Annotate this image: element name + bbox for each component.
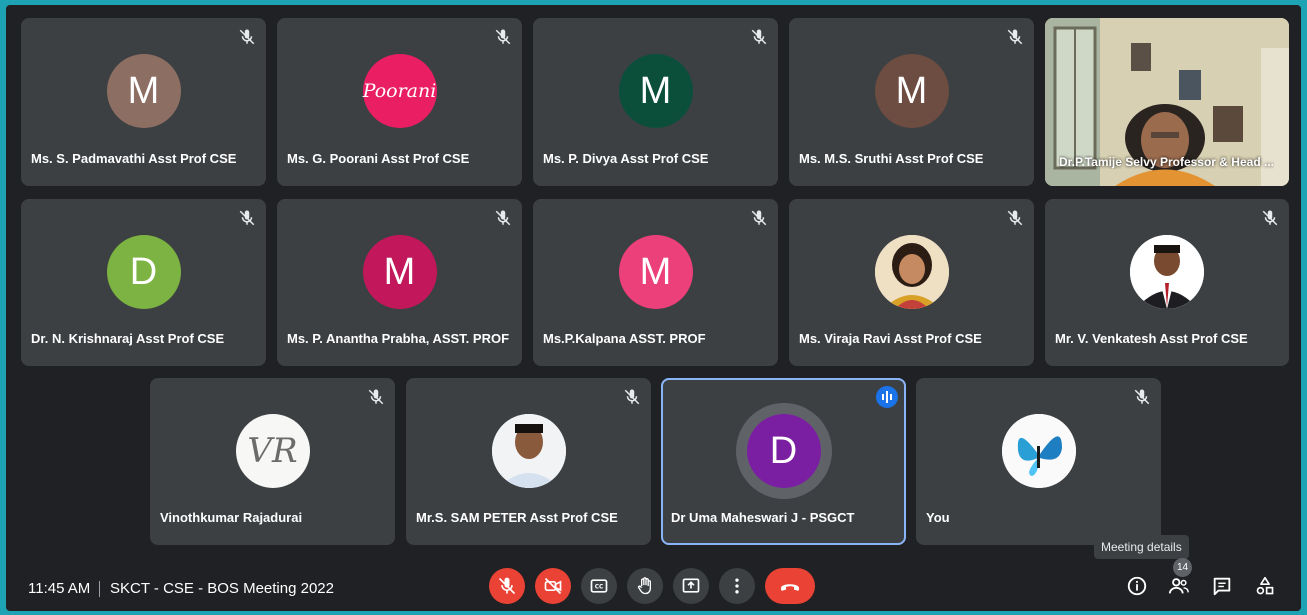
participant-tile[interactable]: Poorani Ms. G. Poorani Asst Prof CSE — [277, 18, 522, 186]
svg-text:CC: CC — [595, 585, 604, 591]
meeting-title: SKCT - CSE - BOS Meeting 2022 — [110, 580, 334, 597]
participant-tile[interactable]: VR Vinothkumar Rajadurai — [150, 378, 395, 545]
participant-name: Dr Uma Maheswari J - PSGCT — [671, 510, 855, 525]
participant-tile[interactable]: M Ms. M.S. Sruthi Asst Prof CSE — [789, 18, 1034, 186]
raise-hand-button[interactable] — [627, 568, 663, 604]
participant-name: Ms. M.S. Sruthi Asst Prof CSE — [799, 151, 984, 166]
participant-name: Ms.P.Kalpana ASST. PROF — [543, 331, 706, 346]
participant-name: Mr. V. Venkatesh Asst Prof CSE — [1055, 331, 1248, 346]
avatar: M — [106, 54, 181, 128]
avatar: D — [746, 413, 821, 488]
mic-off-icon — [1007, 29, 1023, 45]
mic-off-icon — [1134, 389, 1150, 405]
info-icon — [1127, 576, 1147, 596]
participant-name: Dr.P.Tamije Selvy Professor & Head ... — [1059, 155, 1274, 169]
clock: 11:45 AM — [28, 580, 91, 597]
mic-off-icon — [751, 210, 767, 226]
mic-off-icon — [1262, 210, 1278, 226]
leave-call-button[interactable] — [765, 568, 815, 604]
participant-tile-speaking[interactable]: D Dr Uma Maheswari J - PSGCT — [661, 378, 906, 545]
participant-name: Dr. N. Krishnaraj Asst Prof CSE — [31, 331, 225, 346]
mic-off-icon — [624, 389, 640, 405]
avatar: M — [618, 54, 693, 128]
people-count-badge: 14 — [1173, 558, 1192, 577]
activities-icon — [1256, 576, 1274, 595]
avatar: M — [874, 54, 949, 128]
participant-tile[interactable]: M Ms. P. Anantha Prabha, ASST. PROF — [277, 199, 522, 366]
participant-name: Ms. Viraja Ravi Asst Prof CSE — [799, 331, 982, 346]
chat-button[interactable] — [1207, 571, 1237, 601]
participant-video-tile[interactable]: Dr.P.Tamije Selvy Professor & Head ... — [1045, 18, 1289, 186]
participant-name: Vinothkumar Rajadurai — [160, 510, 303, 525]
mic-off-icon — [239, 29, 255, 45]
meeting-details-button[interactable] — [1122, 571, 1152, 601]
participant-tile[interactable]: M Ms.P.Kalpana ASST. PROF — [533, 199, 778, 366]
bottom-control-bar: 11:45 AM SKCT - CSE - BOS Meeting 2022 C… — [6, 558, 1301, 611]
hand-icon — [637, 577, 651, 595]
present-icon — [682, 578, 700, 593]
mic-off-icon — [239, 210, 255, 226]
participant-tile-self[interactable]: You — [916, 378, 1161, 545]
hang-up-icon — [781, 584, 799, 591]
participant-name: Ms. P. Anantha Prabha, ASST. PROF — [287, 331, 510, 346]
participant-tile[interactable]: D Dr. N. Krishnaraj Asst Prof CSE — [21, 199, 266, 366]
avatar: D — [106, 234, 181, 309]
avatar: M — [362, 234, 437, 309]
people-icon — [1168, 578, 1189, 594]
more-options-button[interactable] — [719, 568, 755, 604]
avatar: Poorani — [362, 54, 437, 128]
mic-off-icon — [1007, 210, 1023, 226]
participant-tile[interactable]: Mr. V. Venkatesh Asst Prof CSE — [1045, 199, 1289, 366]
mic-off-icon — [498, 577, 516, 595]
avatar-logo: VR — [235, 413, 310, 488]
profile-photo — [491, 413, 566, 488]
participant-name: Ms. P. Divya Asst Prof CSE — [543, 151, 709, 166]
camera-off-icon — [544, 577, 562, 595]
participant-name: Mr.S. SAM PETER Asst Prof CSE — [416, 510, 618, 525]
speaking-indicator-icon — [876, 386, 898, 408]
more-vert-icon — [735, 578, 739, 594]
mic-off-icon — [751, 29, 767, 45]
participant-name: Ms. G. Poorani Asst Prof CSE — [287, 151, 470, 166]
toggle-camera-button[interactable] — [535, 568, 571, 604]
participant-tile[interactable]: M Ms. P. Divya Asst Prof CSE — [533, 18, 778, 186]
mic-off-icon — [495, 29, 511, 45]
profile-photo — [1130, 234, 1204, 309]
mic-off-icon — [368, 389, 384, 405]
participant-name: You — [926, 510, 950, 525]
profile-photo — [874, 234, 949, 309]
participant-tile[interactable]: Ms. Viraja Ravi Asst Prof CSE — [789, 199, 1034, 366]
chat-icon — [1213, 577, 1231, 596]
divider — [99, 581, 100, 597]
butterfly-avatar — [1001, 413, 1076, 488]
closed-captions-icon: CC — [590, 579, 608, 593]
activities-button[interactable] — [1250, 571, 1280, 601]
participant-tile[interactable]: M Ms. S. Padmavathi Asst Prof CSE — [21, 18, 266, 186]
toggle-mic-button[interactable] — [489, 568, 525, 604]
mic-off-icon — [495, 210, 511, 226]
participant-tile[interactable]: Mr.S. SAM PETER Asst Prof CSE — [406, 378, 651, 545]
meet-window: M Ms. S. Padmavathi Asst Prof CSE Pooran… — [6, 5, 1301, 611]
avatar: M — [618, 234, 693, 309]
meeting-details-tooltip: Meeting details — [1094, 535, 1189, 559]
participant-name: Ms. S. Padmavathi Asst Prof CSE — [31, 151, 237, 166]
present-screen-button[interactable] — [673, 568, 709, 604]
captions-button[interactable]: CC — [581, 568, 617, 604]
